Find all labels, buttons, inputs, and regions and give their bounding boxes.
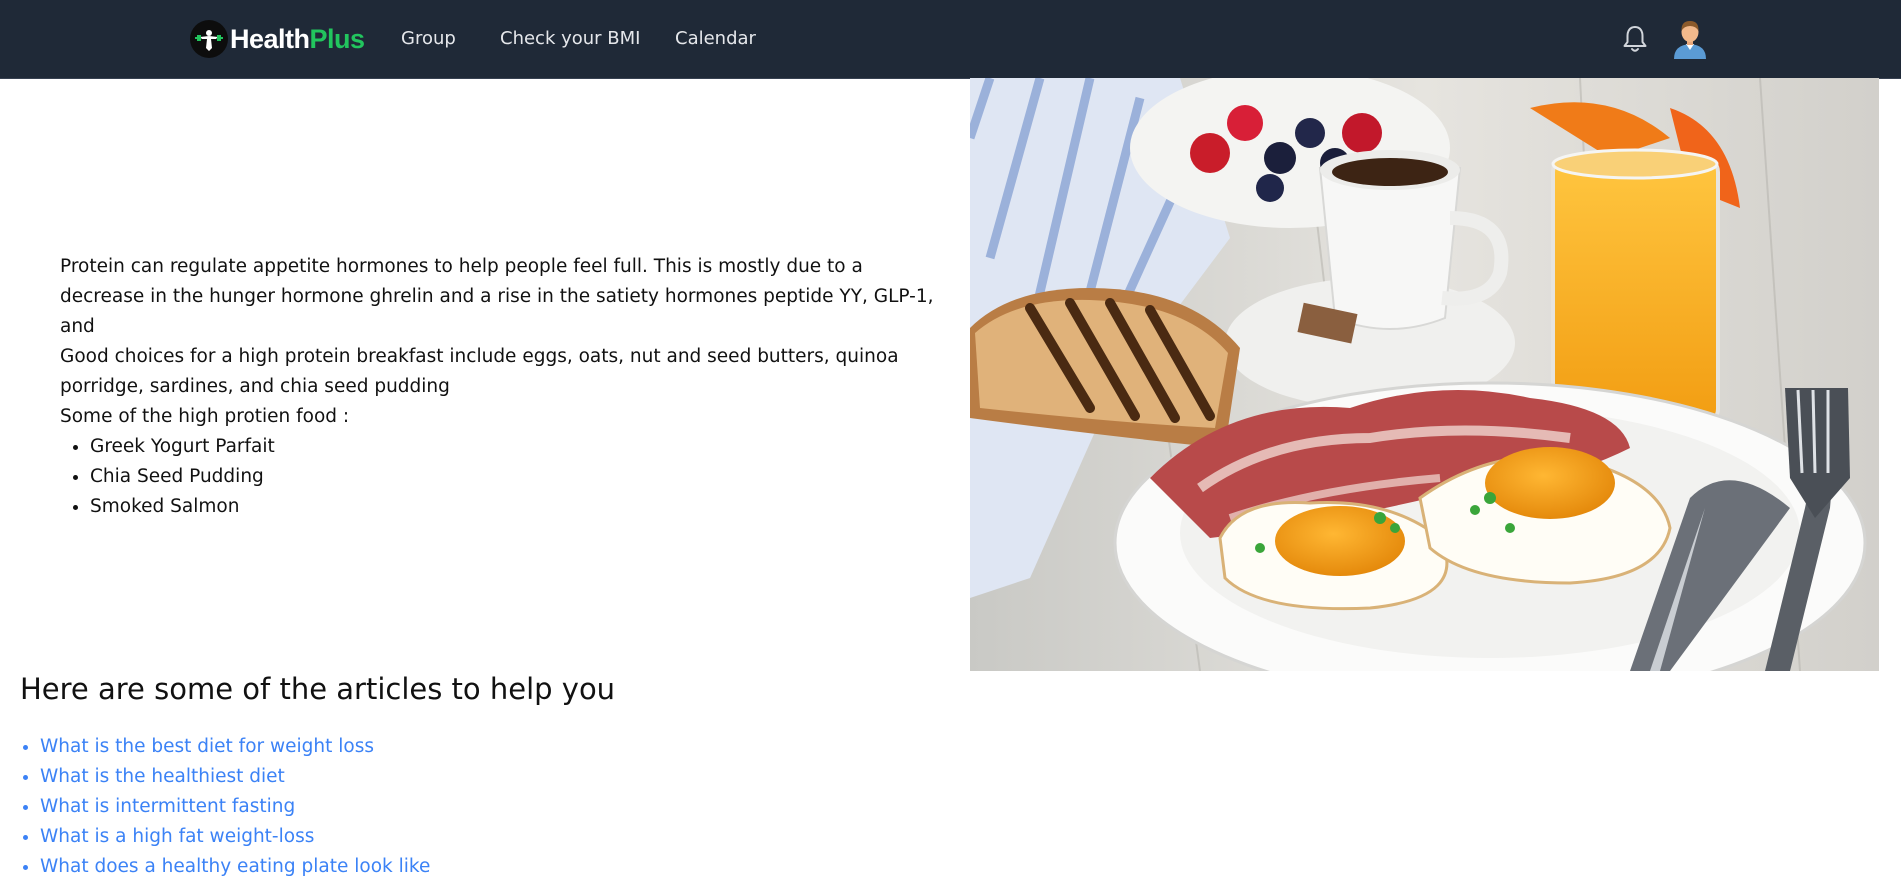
brand-name-health: Health bbox=[230, 23, 310, 54]
notification-bell-icon[interactable] bbox=[1621, 24, 1649, 54]
article-link[interactable]: What is intermittent fasting bbox=[40, 796, 295, 817]
food-list-heading: Some of the high protien food : bbox=[60, 406, 350, 427]
breakfast-paragraph: Good choices for a high protein breakfas… bbox=[60, 346, 899, 397]
brand-logo-link[interactable]: HealthPlus bbox=[190, 20, 365, 58]
article-link[interactable]: What is the best diet for weight loss bbox=[40, 736, 374, 757]
protein-intro-section: Protein can regulate appetite hormones t… bbox=[60, 252, 940, 522]
nav-link-group[interactable]: Group bbox=[401, 28, 456, 49]
articles-list: What is the best diet for weight loss Wh… bbox=[20, 732, 430, 882]
list-item: Smoked Salmon bbox=[90, 492, 940, 522]
list-item: What is the best diet for weight loss bbox=[40, 732, 430, 762]
nav-link-calendar[interactable]: Calendar bbox=[675, 28, 756, 49]
list-item: What does a healthy eating plate look li… bbox=[40, 852, 430, 882]
articles-heading: Here are some of the articles to help yo… bbox=[20, 672, 616, 706]
article-link[interactable]: What does a healthy eating plate look li… bbox=[40, 856, 430, 877]
list-item: What is a high fat weight-loss bbox=[40, 822, 430, 852]
list-item: Greek Yogurt Parfait bbox=[90, 432, 940, 462]
logo-icon bbox=[190, 20, 228, 58]
nav-link-check-bmi[interactable]: Check your BMI bbox=[500, 28, 640, 49]
top-navbar: HealthPlus Group Check your BMI Calendar bbox=[0, 0, 1901, 79]
list-item: What is intermittent fasting bbox=[40, 792, 430, 822]
user-avatar-icon[interactable] bbox=[1671, 17, 1709, 59]
food-list: Greek Yogurt Parfait Chia Seed Pudding S… bbox=[60, 432, 940, 522]
article-link[interactable]: What is the healthiest diet bbox=[40, 766, 285, 787]
list-item: Chia Seed Pudding bbox=[90, 462, 940, 492]
breakfast-image bbox=[970, 78, 1879, 671]
list-item: What is the healthiest diet bbox=[40, 762, 430, 792]
brand-name-plus: Plus bbox=[309, 23, 366, 54]
brand-name: HealthPlus bbox=[230, 24, 365, 55]
article-link[interactable]: What is a high fat weight-loss bbox=[40, 826, 314, 847]
intro-paragraph: Protein can regulate appetite hormones t… bbox=[60, 256, 934, 337]
